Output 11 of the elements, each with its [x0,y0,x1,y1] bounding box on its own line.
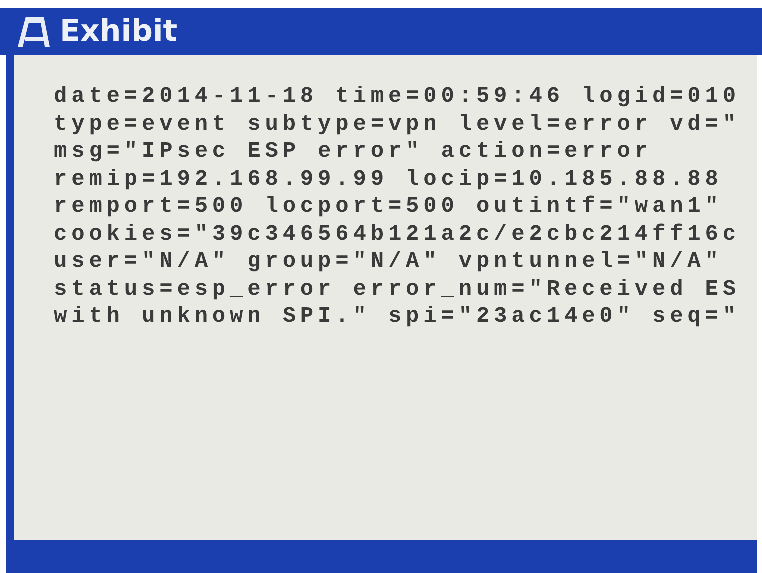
log-line: date=2014-11-18 time=00:59:46 logid=010 [54,83,740,110]
log-line: status=esp_error error_num="Received ES [54,276,740,303]
log-line: remport=500 locport=500 outintf="wan1" [54,193,723,220]
easel-icon [16,14,52,48]
window-title: Exhibit [60,14,178,49]
log-line: cookies="39c346564b121a2c/e2cbc214ff16c [54,220,740,248]
log-line: type=event subtype=vpn level=error vd=" [54,110,740,138]
log-line: with unknown SPI." spi="23ac14e0" seq=" [54,303,740,330]
log-line: user="N/A" group="N/A" vpntunnel="N/A" [54,248,723,276]
log-line: remip=192.168.99.99 locip=10.185.88.88 [54,166,723,193]
log-line: msg="IPsec ESP error" action=error [54,138,652,166]
